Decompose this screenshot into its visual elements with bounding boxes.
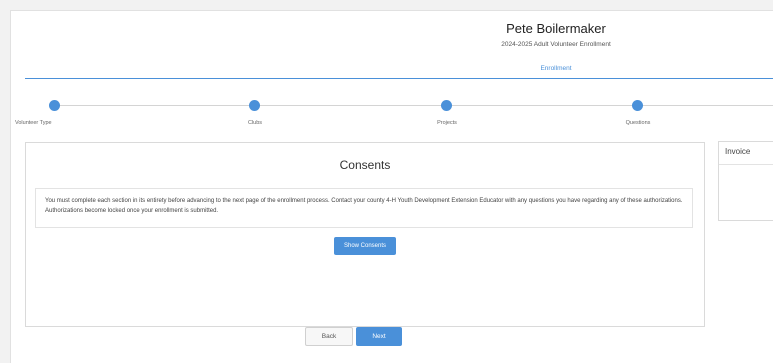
step-volunteer-type-label[interactable]: Volunteer Type xyxy=(15,120,65,126)
invoice-divider xyxy=(719,164,773,165)
step-questions-dot[interactable] xyxy=(632,100,643,111)
consents-panel: Consents You must complete each section … xyxy=(25,142,705,327)
step-questions-label[interactable]: Questions xyxy=(598,120,678,126)
step-volunteer-type-dot[interactable] xyxy=(49,100,60,111)
step-projects-label[interactable]: Projects xyxy=(407,120,487,126)
header: Pete Boilermaker 2024-2025 Adult Volunte… xyxy=(11,11,773,79)
page-container: Pete Boilermaker 2024-2025 Adult Volunte… xyxy=(10,10,773,363)
consents-notice: You must complete each section in its en… xyxy=(35,188,693,228)
step-clubs-label[interactable]: Clubs xyxy=(215,120,295,126)
consents-title: Consents xyxy=(339,158,391,172)
progress-steps: Volunteer Type Clubs Projects Questions xyxy=(11,87,773,127)
step-clubs-dot[interactable] xyxy=(249,100,260,111)
enrollment-link[interactable]: Enrollment xyxy=(501,65,611,72)
back-button[interactable]: Back xyxy=(305,327,353,346)
enrollment-subtitle: 2024-2025 Adult Volunteer Enrollment xyxy=(501,41,611,48)
show-consents-button[interactable]: Show Consents xyxy=(334,237,396,255)
next-button[interactable]: Next xyxy=(356,327,402,346)
step-connector-line xyxy=(59,105,773,106)
user-name: Pete Boilermaker xyxy=(506,21,606,36)
step-projects-dot[interactable] xyxy=(441,100,452,111)
header-divider xyxy=(25,78,773,79)
invoice-title: Invoice xyxy=(725,147,751,156)
invoice-panel: Invoice xyxy=(718,141,773,221)
